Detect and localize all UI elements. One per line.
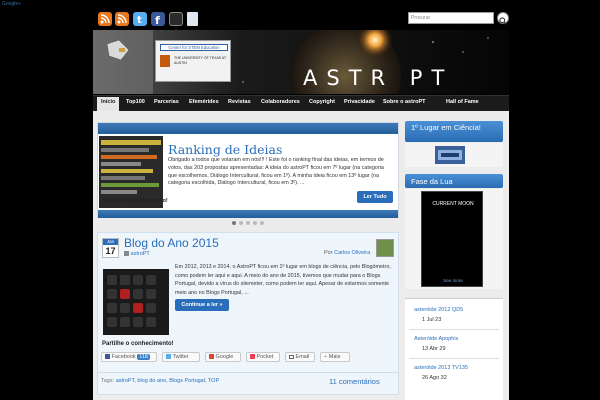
- slider-dot[interactable]: [239, 221, 243, 225]
- asteroid-1-date: 1 Jul 23: [422, 317, 442, 323]
- read-all-button[interactable]: Ler Tudo: [357, 191, 393, 203]
- stem-badge[interactable]: Center for STEM Education THE UNIVERSITY…: [155, 40, 231, 82]
- post-category: astroPT: [124, 251, 150, 257]
- share-google-label: Google: [215, 354, 234, 360]
- facebook-icon[interactable]: f: [151, 12, 165, 27]
- share-email-label: Email: [295, 354, 310, 360]
- comments-link[interactable]: 11 comentários: [329, 377, 380, 386]
- nav-item-colaboradores[interactable]: Colaboradores: [261, 99, 300, 105]
- slider-dot[interactable]: [232, 221, 236, 225]
- blog-post: Jan 17 Blog do Ano 2015 astroPT Por Carl…: [97, 232, 399, 395]
- nav-item-privacidade[interactable]: Privacidade: [344, 99, 375, 105]
- stem-badge-subtitle: THE UNIVERSITY OF TEXAS AT AUSTIN: [174, 56, 227, 65]
- widget-body-moon: CURRENT MOON See more: [405, 189, 503, 289]
- svg-text:f: f: [155, 14, 160, 26]
- post-tags: Tags: astroPT, blog do ano, Blogs Portug…: [101, 378, 219, 384]
- stem-badge-title: Center for STEM Education: [160, 44, 228, 51]
- continue-reading-button[interactable]: Continue a ler »: [175, 299, 229, 311]
- ut-logo-icon: [160, 55, 170, 67]
- site-logo[interactable]: ASTR PT: [303, 66, 453, 90]
- folder-icon: [124, 251, 129, 257]
- share-email-button[interactable]: Email: [285, 352, 315, 362]
- rss-icon[interactable]: [115, 12, 129, 26]
- post-excerpt: Em 2012, 2013 e 2014, o AstroPT ficou em…: [175, 264, 391, 296]
- asteroid-3-name[interactable]: asteróide 2013 TV135: [414, 365, 468, 371]
- twitter-icon: [166, 354, 171, 360]
- slider-title[interactable]: Ranking de Ideias: [168, 142, 282, 157]
- share-facebook-label: Facebook: [111, 354, 136, 360]
- widget-title-ranking: 1º Lugar em Ciência!: [405, 121, 503, 142]
- share-twitter-label: Twitter: [172, 354, 189, 360]
- asteroid-2-date: 13 Abr 29: [422, 346, 446, 352]
- post-date-day: 17: [105, 246, 116, 256]
- post-share-title: Partilhe o conhecimento!: [102, 341, 174, 347]
- nav-item-revistas[interactable]: Revistas: [228, 99, 251, 105]
- slider-bottom-bar: [98, 210, 398, 218]
- tags-label: Tags:: [101, 378, 115, 384]
- share-twitter-button[interactable]: Twitter: [162, 352, 200, 362]
- asteroid-2-name[interactable]: Asteróide Apophis: [414, 336, 458, 342]
- post-thumbnail[interactable]: [103, 269, 169, 335]
- post-title[interactable]: Blog do Ano 2015: [124, 236, 219, 250]
- top-bar: t f Procurar: [93, 8, 509, 30]
- page: Google+ t f Procurar Center for STEM Edu…: [0, 0, 600, 400]
- share-more-button[interactable]: + Mais: [320, 352, 350, 362]
- widget-asteroids: asteróide 2012 QD5 1 Jul 23 Asteróide Ap…: [405, 298, 503, 400]
- share-facebook-button[interactable]: Facebook 118: [101, 352, 157, 362]
- slider-dot[interactable]: [246, 221, 250, 225]
- moon-phase-label: CURRENT MOON: [432, 201, 474, 207]
- post-date-badge: Jan 17: [102, 238, 119, 258]
- plus-icon: +: [324, 354, 328, 360]
- header-banner: Center for STEM Education THE UNIVERSITY…: [93, 30, 509, 94]
- twitter-icon[interactable]: t: [133, 12, 147, 26]
- post-author: Por Carlos Oliveira: [324, 250, 370, 256]
- post-footer: Tags: astroPT, blog do ano, Blogs Portug…: [97, 372, 399, 390]
- google-plus-icon: [209, 354, 214, 360]
- document-icon[interactable]: [187, 12, 198, 26]
- avatar[interactable]: [376, 239, 394, 257]
- nav-item-sobre[interactable]: Sobre o astroPT: [383, 99, 425, 105]
- nav-item-copyright[interactable]: Copyright: [309, 99, 335, 105]
- blogs-portugal-badge[interactable]: [435, 146, 465, 164]
- ufn-icon[interactable]: [169, 12, 183, 26]
- rss-icon[interactable]: [98, 12, 112, 26]
- nav-item-efemerides[interactable]: Efemérides: [189, 99, 219, 105]
- slider-dot[interactable]: [260, 221, 264, 225]
- facebook-icon: [105, 354, 110, 360]
- slider-excerpt: Obrigado a todos que votaram em nós!!! !…: [168, 157, 384, 187]
- moon-phase-widget[interactable]: CURRENT MOON See more: [421, 191, 483, 287]
- post-category-link[interactable]: astroPT: [131, 251, 150, 257]
- slider-top-bar: [98, 123, 398, 134]
- share-pocket-button[interactable]: Pocket: [246, 352, 280, 362]
- post-author-link[interactable]: Carlos Oliveira: [334, 250, 370, 256]
- pocket-icon: [250, 354, 255, 360]
- google-plus-link[interactable]: Google+: [2, 1, 21, 7]
- search-icon[interactable]: [497, 12, 509, 25]
- featured-slider: Ranking de Ideias Obrigado a todos que v…: [97, 122, 399, 218]
- divider: [409, 329, 499, 330]
- share-pocket-label: Pocket: [256, 354, 274, 360]
- search-input[interactable]: Procurar: [408, 12, 494, 24]
- share-google-button[interactable]: Google: [205, 352, 241, 362]
- asteroid-1-name[interactable]: asteróide 2012 QD5: [414, 307, 463, 313]
- nav-item-top100[interactable]: Top100: [126, 99, 145, 105]
- slider-dot[interactable]: [253, 221, 257, 225]
- nav-item-hall-of-fame[interactable]: Hall of Fame: [446, 99, 479, 105]
- post-author-prefix: Por: [324, 250, 333, 256]
- divider: [409, 358, 499, 359]
- share-facebook-count: 118: [137, 354, 150, 360]
- widget-body-ranking: [405, 143, 503, 167]
- nav-item-parcerias[interactable]: Parcerias: [154, 99, 179, 105]
- asteroid-3-date: 26 Ago 32: [422, 375, 447, 381]
- main-nav: Início Top100 Parcerias Efemérides Revis…: [93, 95, 509, 111]
- moon-phase-link[interactable]: See more: [422, 278, 484, 283]
- tags-list[interactable]: astroPT, blog do ano, Blogs Portugal, TO…: [116, 378, 219, 384]
- svg-text:t: t: [137, 15, 142, 26]
- widget-title-moon: Fase da Lua: [405, 174, 503, 188]
- nav-item-inicio[interactable]: Início: [101, 99, 115, 105]
- share-more-label: Mais: [328, 354, 341, 360]
- email-icon: [289, 354, 294, 359]
- slider-share-caption: Partilhe o conhecimento!: [102, 198, 168, 204]
